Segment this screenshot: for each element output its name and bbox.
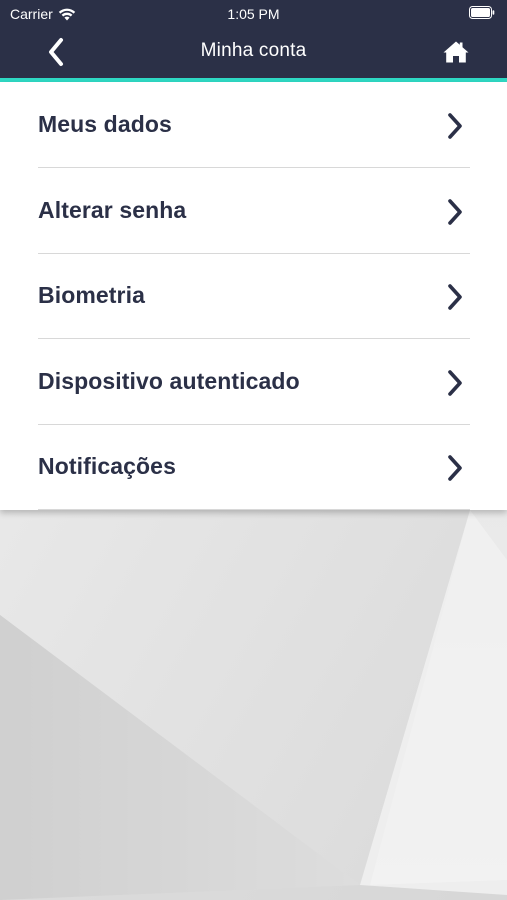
navigation-bar: Minha conta xyxy=(0,28,507,76)
menu-item-label: Meus dados xyxy=(38,111,172,137)
menu-item-alterar-senha[interactable]: Alterar senha xyxy=(0,168,507,253)
menu-item-label: Alterar senha xyxy=(38,197,187,223)
battery-icon xyxy=(469,6,495,19)
chevron-right-icon xyxy=(448,455,462,481)
page-title: Minha conta xyxy=(200,40,307,61)
top-bar: Carrier 1:05 PM Minha conta xyxy=(0,0,507,80)
chevron-right-icon xyxy=(448,199,462,225)
account-menu: Meus dados Alterar senha Biometria Dispo… xyxy=(0,82,507,510)
menu-item-label: Biometria xyxy=(38,282,145,308)
status-bar: Carrier 1:05 PM xyxy=(0,0,507,28)
menu-item-label: Dispositivo autenticado xyxy=(38,368,300,394)
status-time: 1:05 PM xyxy=(227,6,280,22)
menu-item-label: Notificações xyxy=(38,453,176,479)
menu-item-meus-dados[interactable]: Meus dados xyxy=(0,82,507,167)
chevron-right-icon xyxy=(448,370,462,396)
menu-item-biometria[interactable]: Biometria xyxy=(0,253,507,338)
home-icon xyxy=(443,41,469,63)
menu-item-dispositivo-autenticado[interactable]: Dispositivo autenticado xyxy=(0,339,507,424)
chevron-right-icon xyxy=(448,113,462,139)
home-button[interactable] xyxy=(439,35,473,69)
chevron-right-icon xyxy=(448,284,462,310)
divider xyxy=(38,509,470,510)
menu-item-notificacoes[interactable]: Notificações xyxy=(0,424,507,509)
